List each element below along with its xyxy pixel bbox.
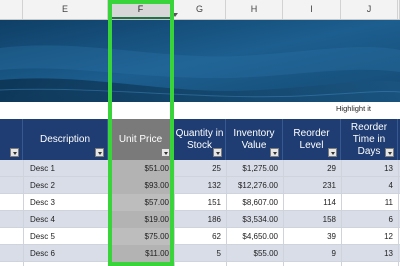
- cell-inventory-value[interactable]: $8,607.00: [226, 194, 283, 211]
- grid-divider: [341, 160, 342, 266]
- cell-inventory-value[interactable]: $3,534.00: [226, 211, 283, 228]
- header-inventory-value[interactable]: Inventory Value: [226, 119, 283, 160]
- cell-unit-price[interactable]: $75.00: [108, 228, 174, 245]
- header-description[interactable]: Description: [23, 119, 108, 160]
- grid-divider: [398, 160, 399, 266]
- grid-divider: [226, 160, 227, 266]
- cell-quantity[interactable]: 151: [174, 194, 226, 211]
- cell-reorder-time[interactable]: 4: [341, 177, 398, 194]
- filter-dropdown-icon[interactable]: [270, 148, 279, 157]
- grid-divider: [283, 160, 284, 266]
- header-blank-cell[interactable]: [0, 119, 23, 160]
- cell-unit-price[interactable]: $11.00: [108, 245, 174, 262]
- header-unit-price-label: Unit Price: [118, 133, 163, 145]
- column-header-i[interactable]: I: [283, 0, 341, 19]
- cell-quantity[interactable]: 25: [174, 160, 226, 177]
- cell-unit-price[interactable]: $51.00: [108, 160, 174, 177]
- cell-description[interactable]: Desc 2: [23, 177, 108, 194]
- table-row: Desc 4 $19.00 186 $3,534.00 158 6: [0, 211, 400, 228]
- column-header-j[interactable]: J: [341, 0, 398, 19]
- table-row: Desc 1 $51.00 25 $1,275.00 29 13: [0, 160, 400, 177]
- banner-image: [0, 20, 400, 102]
- column-header-e[interactable]: E: [23, 0, 108, 19]
- cell-quantity[interactable]: 5: [174, 245, 226, 262]
- cell-quantity[interactable]: 186: [174, 211, 226, 228]
- cell-reorder-level[interactable]: 158: [283, 211, 341, 228]
- header-unit-price[interactable]: Unit Price: [108, 119, 174, 160]
- grid-divider: [23, 160, 24, 266]
- table-row: Desc 5 $75.00 62 $4,650.00 39 12: [0, 228, 400, 245]
- cell-reorder-level[interactable]: 231: [283, 177, 341, 194]
- cell-reorder-time[interactable]: 6: [341, 211, 398, 228]
- cell-description[interactable]: Desc 1: [23, 160, 108, 177]
- cell-unit-price[interactable]: $93.00: [108, 177, 174, 194]
- filter-dropdown-icon[interactable]: [385, 148, 394, 157]
- header-quantity[interactable]: Quantity in Stock: [174, 119, 226, 160]
- cell-quantity[interactable]: 62: [174, 228, 226, 245]
- cell-unit-price[interactable]: $57.00: [108, 194, 174, 211]
- header-reorder-level[interactable]: Reorder Level: [283, 119, 341, 160]
- column-header-h[interactable]: H: [226, 0, 283, 19]
- cell-reorder-time[interactable]: 11: [341, 194, 398, 211]
- cell-description[interactable]: Desc 4: [23, 211, 108, 228]
- filter-dropdown-icon[interactable]: [213, 148, 222, 157]
- cell-reorder-time[interactable]: 13: [341, 245, 398, 262]
- grid-divider: [174, 160, 175, 266]
- cell-inventory-value[interactable]: $55.00: [226, 245, 283, 262]
- table-row: Desc 6 $11.00 5 $55.00 9 13: [0, 245, 400, 262]
- column-header-g[interactable]: G: [174, 0, 226, 19]
- header-reorder-time[interactable]: Reorder Time in Days: [341, 119, 398, 160]
- filter-dropdown-icon[interactable]: [10, 148, 19, 157]
- cell-reorder-level[interactable]: 29: [283, 160, 341, 177]
- cell-inventory-value[interactable]: $4,650.00: [226, 228, 283, 245]
- cell-quantity[interactable]: 132: [174, 177, 226, 194]
- filter-dropdown-icon[interactable]: [95, 148, 104, 157]
- cell-inventory-value[interactable]: $12,276.00: [226, 177, 283, 194]
- cell-reorder-level[interactable]: 39: [283, 228, 341, 245]
- cell-description[interactable]: Desc 5: [23, 228, 108, 245]
- table-header: Description Unit Price Quantity in Stock…: [0, 119, 400, 160]
- cell-reorder-time[interactable]: 12: [341, 228, 398, 245]
- filter-dropdown-icon[interactable]: [328, 148, 337, 157]
- table-row: Desc 2 $93.00 132 $12,276.00 231 4: [0, 177, 400, 194]
- cell-inventory-value[interactable]: $1,275.00: [226, 160, 283, 177]
- note-text: Highlight it: [336, 104, 372, 113]
- column-header-row: E F G H I J: [0, 0, 400, 20]
- cell-reorder-level[interactable]: 9: [283, 245, 341, 262]
- column-header-f[interactable]: F: [108, 0, 174, 19]
- cell-description[interactable]: Desc 3: [23, 194, 108, 211]
- filter-dropdown-icon[interactable]: [161, 148, 170, 157]
- filter-indicator-icon: [172, 13, 178, 17]
- cell-reorder-level[interactable]: 114: [283, 194, 341, 211]
- header-description-label: Description: [39, 133, 91, 145]
- cell-reorder-time[interactable]: 13: [341, 160, 398, 177]
- cell-unit-price[interactable]: $19.00: [108, 211, 174, 228]
- column-header-corner[interactable]: [0, 0, 23, 19]
- cell-description[interactable]: Desc 6: [23, 245, 108, 262]
- table-row: Desc 3 $57.00 151 $8,607.00 114 11: [0, 194, 400, 211]
